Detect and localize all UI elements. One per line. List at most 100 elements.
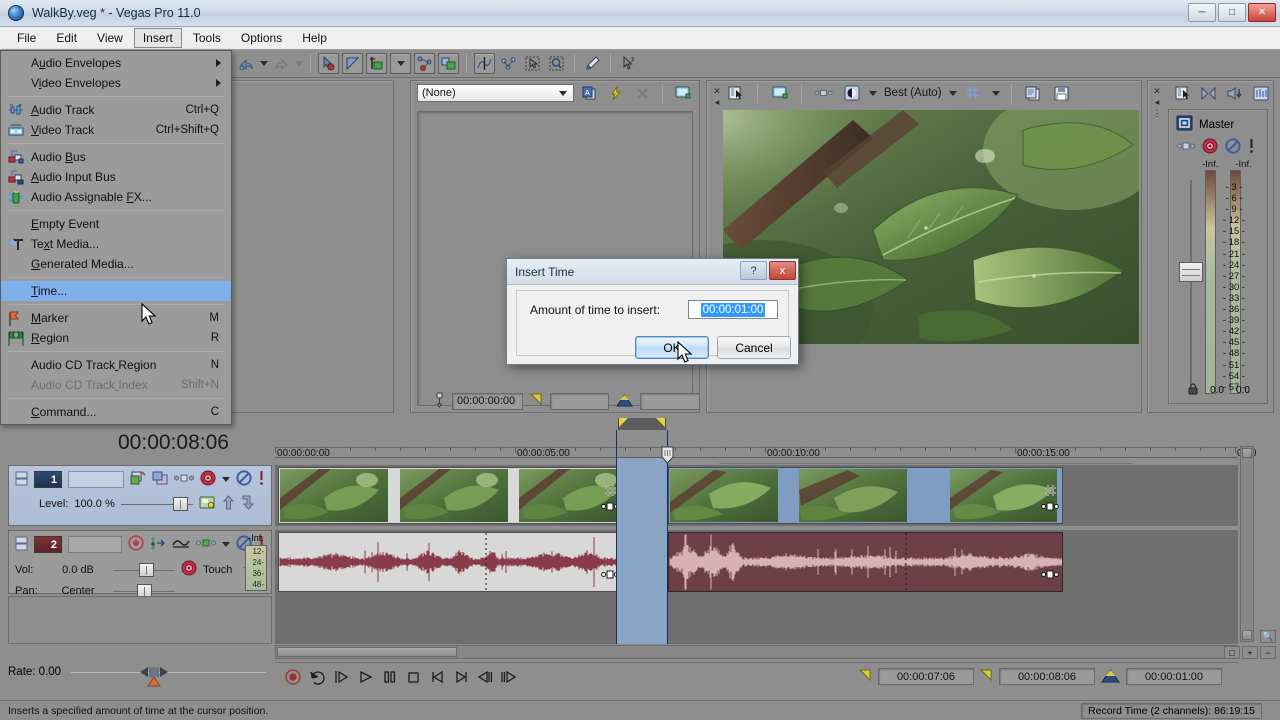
trimmer-fx-icon[interactable] (606, 83, 626, 104)
amount-of-time-input[interactable]: 00:00:01:00 (688, 300, 778, 319)
maximize-button[interactable]: □ (1218, 3, 1246, 22)
menu-tools[interactable]: Tools (184, 28, 230, 48)
trimmer-history-icon[interactable]: A (580, 83, 600, 104)
track-automation-settings-icon[interactable] (200, 470, 216, 489)
video-event-1[interactable] (278, 467, 623, 524)
track-keyframe-icon[interactable] (199, 495, 216, 513)
preview-split-view-icon[interactable] (813, 83, 834, 104)
track-motion-icon[interactable] (152, 471, 168, 488)
menu-item-video-track[interactable]: Video Track Ctrl+Shift+Q (1, 120, 231, 140)
master-mute-icon[interactable] (1225, 138, 1241, 157)
master-bus-icon[interactable] (1176, 115, 1193, 134)
media-fx-icon[interactable] (582, 53, 603, 74)
zoom-tool-icon[interactable] (546, 53, 567, 74)
track-parent-in-icon[interactable] (222, 495, 235, 513)
close-button[interactable]: ✕ (1248, 3, 1276, 22)
trimmer-close-icon[interactable] (632, 83, 652, 104)
panel-close-icon[interactable]: ✕ (713, 86, 721, 97)
menu-insert[interactable]: Insert (133, 28, 182, 48)
mixer-show-bus-tracks-icon[interactable] (1250, 83, 1271, 104)
zoom-in-button[interactable]: + (1242, 646, 1258, 659)
transport-buttons[interactable] (283, 667, 523, 687)
audio-automation-mode[interactable]: Touch (203, 564, 232, 576)
menu-item-audio-cd-track-region[interactable]: Audio CD Track Region N (1, 355, 231, 375)
dialog-ok-button[interactable]: OK (635, 336, 709, 359)
video-level-slider-handle[interactable] (172, 497, 188, 511)
preview-overlays-icon[interactable] (964, 83, 985, 104)
audio-track-minimize-icon[interactable] (15, 536, 28, 554)
master-lock-icon[interactable] (1188, 383, 1198, 398)
enable-snapping-icon[interactable] (414, 53, 435, 74)
cursor-timecode-field[interactable]: 00:00:00:00 (452, 392, 523, 410)
master-fader-track[interactable] (1190, 180, 1192, 386)
audio-volume-slider-handle[interactable] (139, 562, 154, 577)
event-fx-icon-2[interactable] (1041, 501, 1059, 515)
menu-item-generated-media[interactable]: Generated Media... (1, 254, 231, 274)
auto-ripple-icon[interactable] (438, 53, 459, 74)
menu-item-time[interactable]: Time... (1, 281, 231, 301)
audio-event-1[interactable] (278, 532, 623, 592)
automatic-crossfades-icon[interactable] (474, 53, 495, 74)
track-list-empty-area[interactable] (8, 596, 272, 644)
mixer-mute-all-icon[interactable] (1198, 83, 1219, 104)
audio-track-number[interactable]: 2 (34, 536, 62, 553)
menu-item-marker[interactable]: Marker M (1, 308, 231, 328)
track-fx-icon[interactable] (130, 470, 146, 489)
audio-track-input-icon[interactable] (150, 536, 166, 554)
menu-file[interactable]: File (8, 28, 45, 48)
timeline-cursor[interactable] (616, 430, 617, 644)
audio-track-fx-icon[interactable] (172, 537, 190, 552)
master-fader-handle[interactable] (1179, 262, 1203, 282)
video-level-slider[interactable] (120, 497, 193, 511)
insert-menu-dropdown[interactable]: Audio Envelopes Video Envelopes Audio Trac… (0, 50, 232, 425)
mixer-pin-column[interactable]: ✕ ◂ ⋮ (1150, 84, 1164, 144)
timeline-video-track[interactable] (275, 465, 1238, 526)
loop-start-marker-icon[interactable] (619, 418, 628, 427)
mixer-close-icon[interactable]: ✕ (1153, 86, 1161, 97)
preview-pin-column[interactable]: ✕ ◂ (710, 84, 724, 124)
insert-time-dialog[interactable]: Insert Time ? x Amount of time to insert… (506, 258, 799, 365)
save-snapshot-icon[interactable] (1051, 83, 1072, 104)
track-header-audio[interactable]: 2 Vol: 0.0 dB Touch Pan: Center -Inf. 12… (8, 530, 272, 598)
rate-slider[interactable] (71, 664, 272, 687)
video-track-name-field[interactable] (68, 471, 124, 488)
minimize-button[interactable]: ─ (1188, 3, 1216, 22)
track-parent-out-icon[interactable] (241, 495, 256, 513)
undo-icon[interactable] (236, 53, 257, 74)
selection-length-field[interactable] (640, 392, 701, 410)
video-track-number[interactable]: 1 (34, 471, 62, 488)
transport-start-timecode[interactable]: 00:00:07:06 (878, 668, 974, 685)
timeline-scrollbar-thumb[interactable] (277, 647, 457, 657)
marker-loop-bar[interactable] (275, 418, 1238, 430)
timeline-scroll-up-icon[interactable] (1242, 448, 1252, 458)
dialog-help-button[interactable]: ? (740, 261, 767, 280)
edit-tool-dropdown-icon[interactable] (390, 53, 411, 74)
timeline-cursor-head-icon[interactable] (661, 446, 674, 467)
preview-preset-dropdown-icon[interactable] (948, 90, 957, 96)
master-pan-icon[interactable] (1177, 141, 1195, 154)
whats-this-help-icon[interactable] (618, 53, 639, 74)
selection-edit-tool-icon[interactable] (366, 53, 387, 74)
trimmer-source-select[interactable]: (None) (417, 84, 575, 102)
event-pan-crop-icon-2[interactable] (1044, 484, 1057, 500)
zoom-fit-button[interactable]: □ (1224, 646, 1240, 659)
menu-item-region[interactable]: Region R (1, 328, 231, 348)
trimmer-display-icon[interactable] (673, 83, 693, 104)
transport-length-timecode[interactable]: 00:00:01:00 (1126, 668, 1222, 685)
transport-end-timecode[interactable]: 00:00:08:06 (999, 668, 1095, 685)
master-solo-icon[interactable] (1248, 138, 1255, 157)
preview-external-monitor-icon[interactable] (769, 83, 790, 104)
menu-item-audio-assignable-fx[interactable]: Audio Assignable FX... (1, 187, 231, 207)
dialog-cancel-button[interactable]: Cancel (717, 336, 791, 359)
audio-track-record-icon[interactable] (128, 535, 144, 554)
envelope-edit-tool-icon[interactable] (342, 53, 363, 74)
preview-overlays-dropdown-icon[interactable] (991, 90, 1000, 96)
audio-track-pan-icon[interactable] (196, 538, 216, 551)
menu-item-audio-envelopes[interactable]: Audio Envelopes (1, 53, 231, 73)
audio-track-name-field[interactable] (68, 536, 122, 553)
track-solo-icon[interactable] (258, 470, 265, 489)
timeline-ruler[interactable]: 00:00:00:00 00:00:05:00 00:00:10:00 00:00:1… (275, 430, 1256, 459)
loop-end-marker-icon[interactable] (656, 418, 665, 427)
menu-item-empty-event[interactable]: Empty Event (1, 214, 231, 234)
menu-item-audio-track[interactable]: Audio Track Ctrl+Q (1, 100, 231, 120)
